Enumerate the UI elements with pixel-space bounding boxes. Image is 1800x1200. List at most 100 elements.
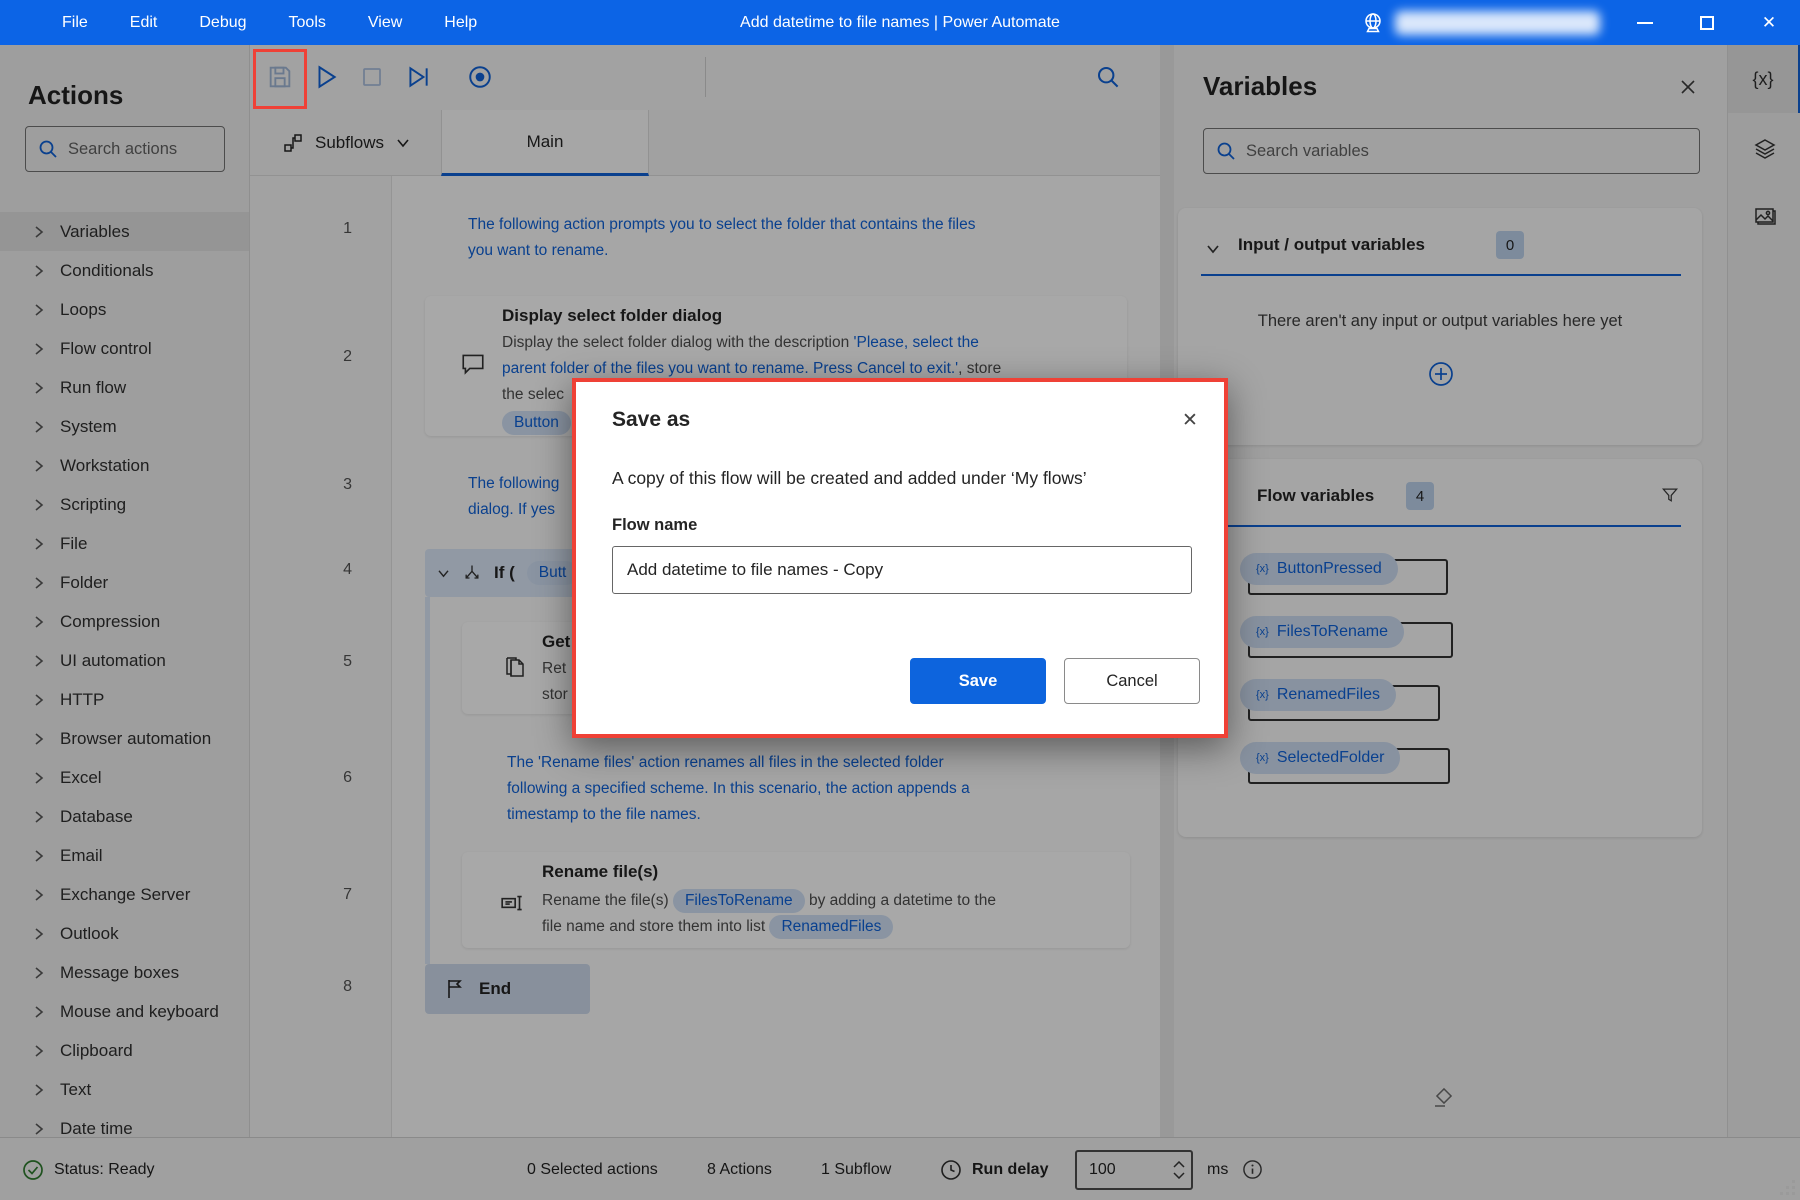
sidebar-item-excel[interactable]: Excel bbox=[0, 758, 250, 797]
sidebar-item-conditionals[interactable]: Conditionals bbox=[0, 251, 250, 290]
flow-name-input[interactable] bbox=[612, 546, 1192, 594]
environment-indicator[interactable] bbox=[1361, 0, 1600, 45]
sidebar-item-run-flow[interactable]: Run flow bbox=[0, 368, 250, 407]
sidebar-item-message-boxes[interactable]: Message boxes bbox=[0, 953, 250, 992]
run-delay-input[interactable] bbox=[1075, 1150, 1193, 1190]
sidebar-item-email[interactable]: Email bbox=[0, 836, 250, 875]
power-automate-window: Actions Variables Conditionals Loops Flo… bbox=[0, 0, 1800, 1200]
cancel-button[interactable]: Cancel bbox=[1064, 658, 1200, 704]
sidebar-item-flow-control[interactable]: Flow control bbox=[0, 329, 250, 368]
environment-name-redacted bbox=[1395, 11, 1600, 35]
save-icon[interactable] bbox=[262, 59, 298, 95]
stepper-arrows[interactable] bbox=[1173, 1161, 1185, 1179]
line-number: 4 bbox=[322, 561, 352, 579]
chevron-down-icon bbox=[396, 138, 410, 148]
sidebar-item-scripting[interactable]: Scripting bbox=[0, 485, 250, 524]
sidebar-item-mouse-and-keyboard[interactable]: Mouse and keyboard bbox=[0, 992, 250, 1031]
variables-search-input[interactable] bbox=[1246, 142, 1687, 161]
run-delay-value[interactable] bbox=[1077, 1161, 1149, 1179]
sidebar-item-ui-automation[interactable]: UI automation bbox=[0, 641, 250, 680]
flow-variable-selectedfolder[interactable]: {x}SelectedFolder bbox=[1240, 742, 1400, 774]
actions-search[interactable] bbox=[25, 126, 225, 172]
chevron-right-icon bbox=[34, 732, 44, 746]
sidebar-item-compression[interactable]: Compression bbox=[0, 602, 250, 641]
variable-pill[interactable]: FilesToRename bbox=[673, 889, 805, 913]
variable-pill[interactable]: Button bbox=[502, 411, 571, 435]
flow-variable-renamedfiles[interactable]: {x}RenamedFiles bbox=[1240, 679, 1396, 711]
variables-fx-icon: {x} bbox=[1752, 69, 1773, 90]
variable-pill[interactable]: Butt bbox=[527, 561, 579, 585]
chevron-right-icon bbox=[34, 420, 44, 434]
chevron-right-icon bbox=[34, 1005, 44, 1019]
subflow-icon bbox=[283, 133, 303, 153]
io-variables-section: Input / output variables 0 There aren't … bbox=[1178, 208, 1702, 445]
sidebar-item-date-time[interactable]: Date time bbox=[0, 1109, 250, 1137]
line-number: 2 bbox=[322, 348, 352, 366]
rail-variables-tab[interactable]: {x} bbox=[1728, 45, 1800, 113]
search-flow-icon[interactable] bbox=[1090, 59, 1126, 95]
record-icon[interactable] bbox=[462, 59, 498, 95]
actions-search-input[interactable] bbox=[68, 140, 212, 159]
close-variables-icon[interactable] bbox=[1679, 78, 1697, 96]
chevron-down-icon[interactable] bbox=[1206, 244, 1220, 254]
flow-variable-filestorename[interactable]: {x}FilesToRename bbox=[1240, 616, 1404, 648]
flow-variable-row: {x}SelectedFolder bbox=[1240, 742, 1680, 778]
comment-row-6[interactable]: The 'Rename files' action renames all fi… bbox=[507, 750, 970, 828]
menu-tools[interactable]: Tools bbox=[289, 14, 326, 32]
sidebar-item-outlook[interactable]: Outlook bbox=[0, 914, 250, 953]
eraser-icon[interactable] bbox=[1430, 1087, 1454, 1111]
add-variable-icon[interactable] bbox=[1427, 360, 1455, 388]
minimize-button[interactable] bbox=[1614, 0, 1676, 45]
flow-variables-section: Flow variables 4 {x}ButtonPressed {x}Fil… bbox=[1178, 459, 1702, 837]
comment-row-3[interactable]: The following dialog. If yes bbox=[468, 471, 559, 523]
rail-ui-elements-tab[interactable] bbox=[1728, 115, 1800, 183]
chevron-right-icon bbox=[34, 498, 44, 512]
comment-row-1[interactable]: The following action prompts you to sele… bbox=[468, 212, 975, 264]
action-end[interactable]: End bbox=[425, 964, 590, 1014]
flow-variable-row: {x}FilesToRename bbox=[1240, 616, 1680, 652]
sidebar-item-variables[interactable]: Variables bbox=[0, 212, 250, 251]
run-next-action-icon[interactable] bbox=[400, 59, 436, 95]
layers-icon bbox=[1753, 137, 1777, 161]
sidebar-item-database[interactable]: Database bbox=[0, 797, 250, 836]
resize-grip-icon[interactable] bbox=[1780, 1180, 1796, 1196]
line-number: 1 bbox=[322, 220, 352, 238]
run-icon[interactable] bbox=[308, 59, 344, 95]
sidebar-item-folder[interactable]: Folder bbox=[0, 563, 250, 602]
variable-pill[interactable]: RenamedFiles bbox=[769, 915, 893, 939]
stop-icon[interactable] bbox=[354, 59, 390, 95]
sidebar-item-system[interactable]: System bbox=[0, 407, 250, 446]
sidebar-item-browser-automation[interactable]: Browser automation bbox=[0, 719, 250, 758]
copy-files-icon bbox=[503, 656, 527, 680]
info-icon[interactable] bbox=[1242, 1138, 1263, 1200]
status-indicator: Status: Ready bbox=[22, 1138, 155, 1200]
check-circle-icon bbox=[22, 1159, 44, 1181]
variables-search[interactable] bbox=[1203, 128, 1700, 174]
filter-icon[interactable] bbox=[1660, 485, 1680, 505]
menu-edit[interactable]: Edit bbox=[130, 14, 158, 32]
menu-view[interactable]: View bbox=[368, 14, 402, 32]
subflows-dropdown[interactable]: Subflows bbox=[283, 110, 410, 176]
maximize-button[interactable] bbox=[1676, 0, 1738, 45]
rail-images-tab[interactable] bbox=[1728, 182, 1800, 250]
menu-file[interactable]: File bbox=[62, 14, 88, 32]
sidebar-item-loops[interactable]: Loops bbox=[0, 290, 250, 329]
dialog-close-icon[interactable]: ✕ bbox=[1176, 406, 1204, 434]
menu-help[interactable]: Help bbox=[444, 14, 477, 32]
sidebar-item-file[interactable]: File bbox=[0, 524, 250, 563]
sidebar-item-text[interactable]: Text bbox=[0, 1070, 250, 1109]
sidebar-item-exchange-server[interactable]: Exchange Server bbox=[0, 875, 250, 914]
action-rename-files[interactable]: Rename file(s) Rename the file(s) FilesT… bbox=[462, 852, 1130, 948]
save-button[interactable]: Save bbox=[910, 658, 1046, 704]
flow-variable-row: {x}ButtonPressed bbox=[1240, 553, 1680, 589]
flow-variable-buttonpressed[interactable]: {x}ButtonPressed bbox=[1240, 553, 1398, 585]
chevron-right-icon bbox=[34, 225, 44, 239]
close-button[interactable]: ✕ bbox=[1738, 0, 1800, 45]
sidebar-item-workstation[interactable]: Workstation bbox=[0, 446, 250, 485]
sidebar-item-clipboard[interactable]: Clipboard bbox=[0, 1031, 250, 1070]
tab-main[interactable]: Main bbox=[441, 110, 649, 176]
chevron-right-icon bbox=[34, 810, 44, 824]
run-delay-unit: ms bbox=[1207, 1138, 1228, 1200]
menu-debug[interactable]: Debug bbox=[199, 14, 246, 32]
sidebar-item-http[interactable]: HTTP bbox=[0, 680, 250, 719]
